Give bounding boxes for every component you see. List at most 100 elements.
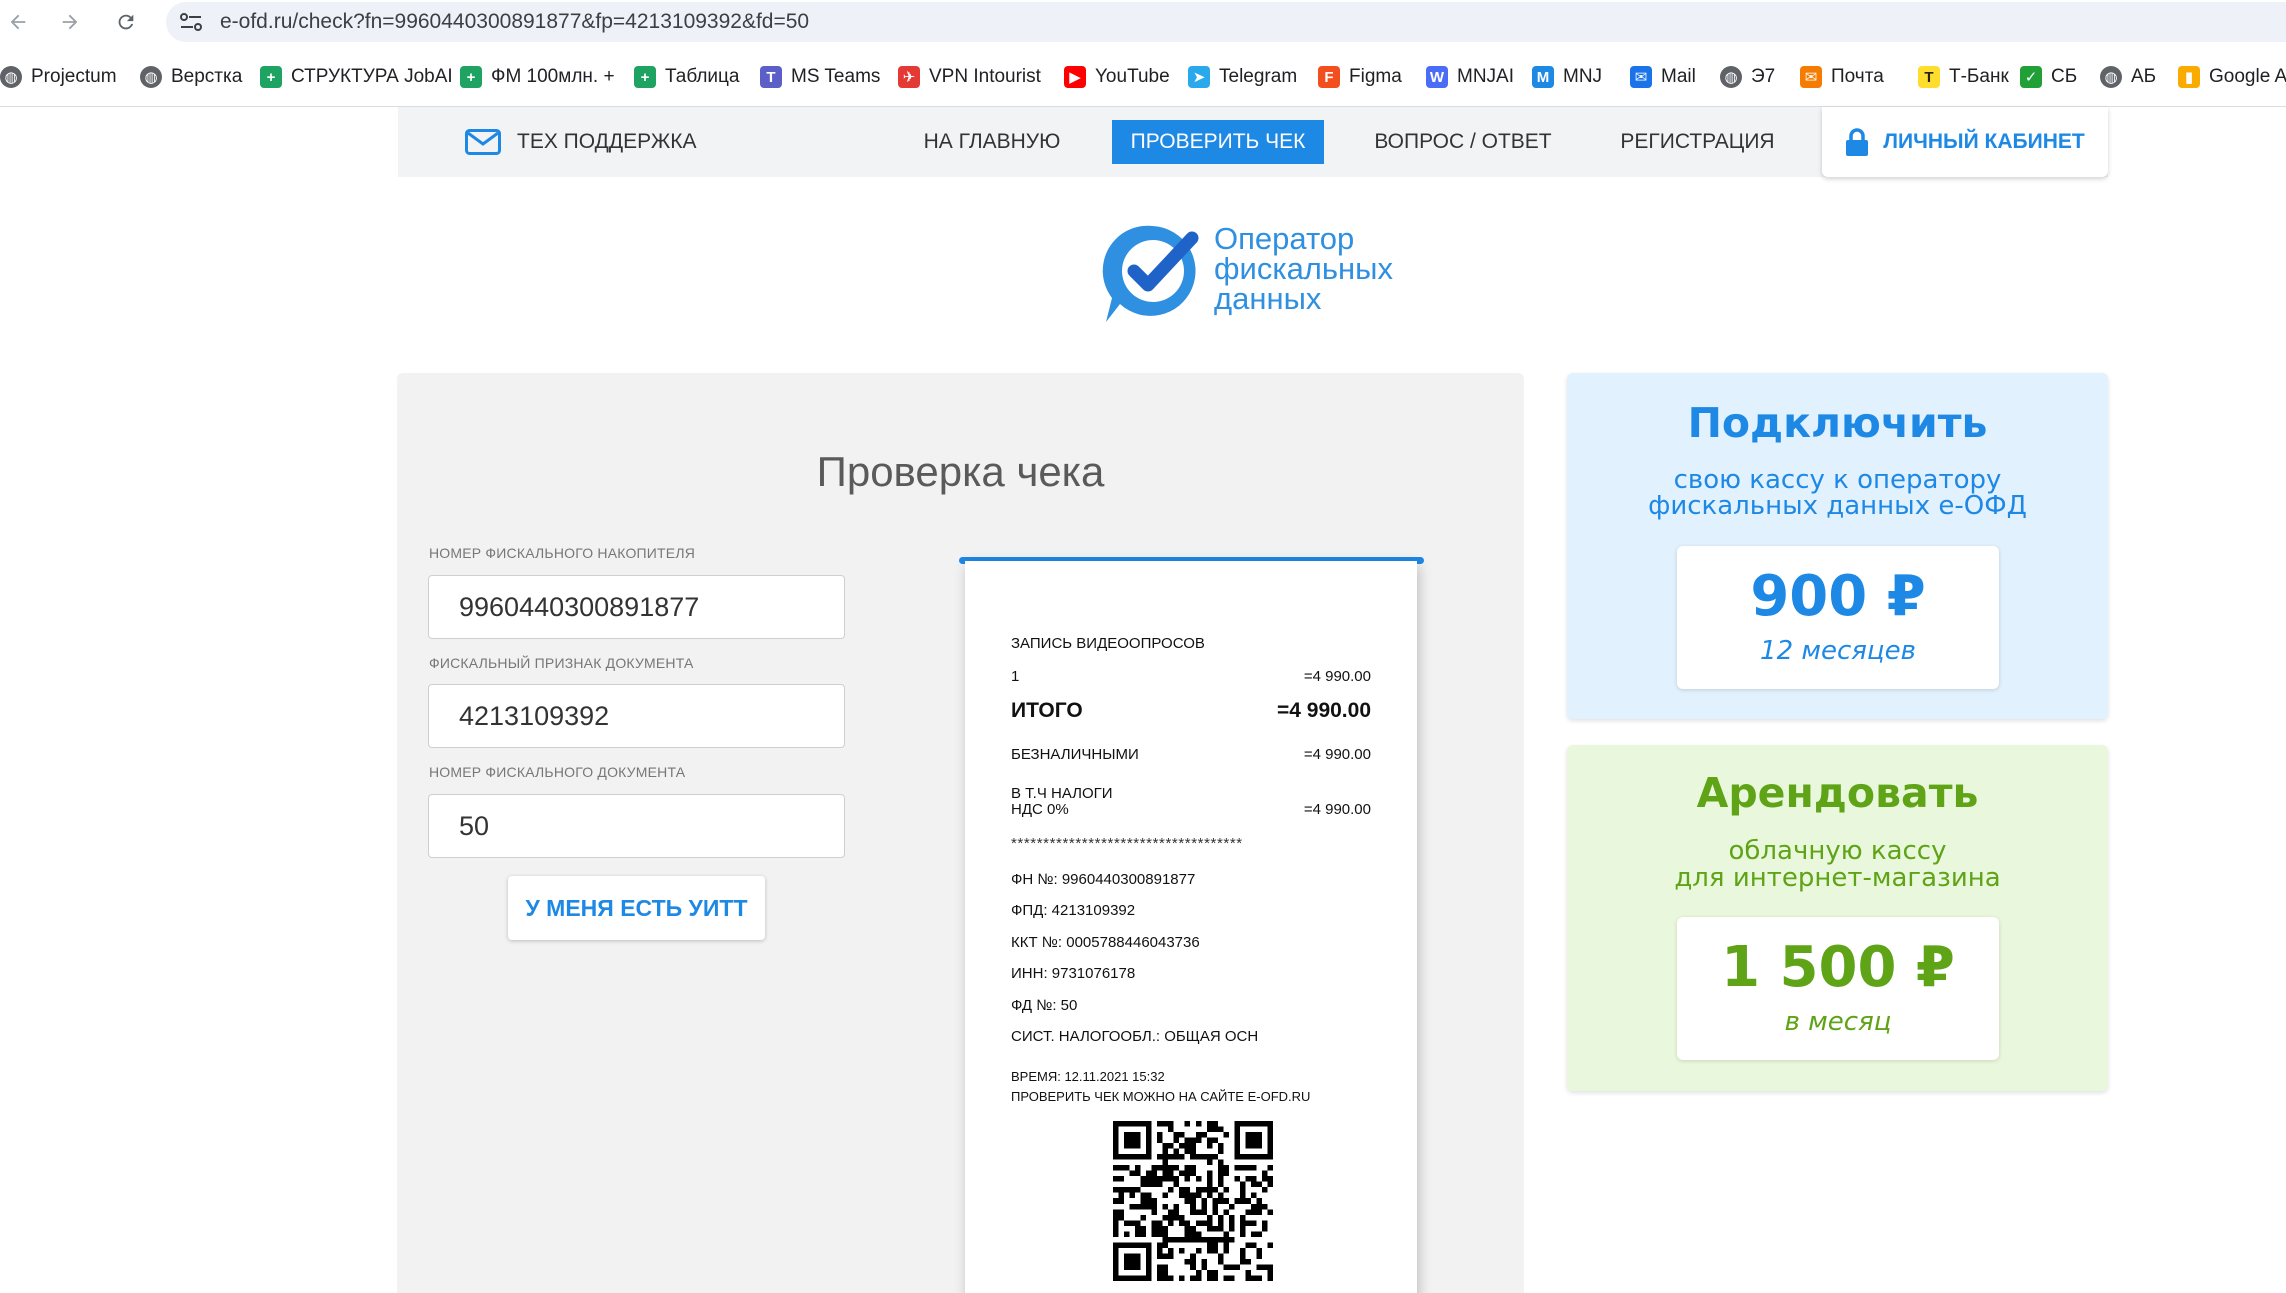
fp-input[interactable] xyxy=(428,684,845,748)
receipt-fn: ФН №: 9960440300891877 xyxy=(1011,871,1196,888)
receipt-separator: ************************************ xyxy=(1011,835,1243,852)
support-label: ТЕХ ПОДДЕРЖКА xyxy=(517,130,697,153)
logo-line-2: фискальных xyxy=(1214,251,1393,286)
forward-icon[interactable] xyxy=(54,6,86,38)
bookmark-label: Т-Банк xyxy=(1949,66,2009,87)
personal-cabinet-button[interactable]: ЛИЧНЫЙ КАБИНЕТ xyxy=(1822,107,2108,177)
bookmark-label: Telegram xyxy=(1219,66,1298,87)
bookmark-label: VPN Intourist xyxy=(929,66,1041,87)
url-text[interactable]: e-ofd.ru/check?fn=9960440300891877&fp=42… xyxy=(220,10,809,34)
receipt-kkt: ККТ №: 0005788446043736 xyxy=(1011,934,1200,951)
bookmark-label: Figma xyxy=(1349,66,1402,87)
figma-icon: F xyxy=(1318,66,1340,88)
youtube-icon: ▶ xyxy=(1064,66,1086,88)
receipt-cashless-label: БЕЗНАЛИЧНЫМИ xyxy=(1011,746,1139,763)
bookmark-item[interactable]: ◍ Projectum xyxy=(0,59,117,95)
mnjai-icon: W xyxy=(1426,66,1448,88)
receipt-time: ВРЕМЯ: 12.11.2021 15:32 xyxy=(1011,1069,1165,1084)
mnj-icon: M xyxy=(1532,66,1554,88)
bookmark-label: YouTube xyxy=(1095,66,1170,87)
bookmark-label: Таблица xyxy=(665,66,740,87)
bookmark-item[interactable]: ✉ Почта xyxy=(1800,59,1884,95)
bookmark-item[interactable]: ✈ VPN Intourist xyxy=(898,59,1041,95)
bookmark-item[interactable]: + СТРУКТУРА JobAI xyxy=(260,59,453,95)
bookmark-item[interactable]: ◍ Верстка xyxy=(140,59,242,95)
bookmark-label: Э7 xyxy=(1751,66,1776,87)
receipt: ЗАПИСЬ ВИДЕООПРОСОВ 1 =4 990.00 ИТОГО =4… xyxy=(965,561,1417,1293)
bookmark-item[interactable]: F Figma xyxy=(1318,59,1402,95)
logo-line-3: данных xyxy=(1214,281,1322,316)
promo-connect-term: 12 месяцев xyxy=(1760,636,1916,666)
receipt-total-row: ИТОГО =4 990.00 xyxy=(1011,699,1371,723)
nav-registration[interactable]: РЕГИСТРАЦИЯ xyxy=(1610,120,1785,164)
bookmark-item[interactable]: M MNJ xyxy=(1532,59,1602,95)
bookmark-label: Mail xyxy=(1661,66,1696,87)
check-title: Проверка чека xyxy=(816,448,1105,495)
promo-connect-price-card[interactable]: 900 ₽ 12 месяцев xyxy=(1677,546,1999,689)
bookmark-item[interactable]: ▮ Google A xyxy=(2178,59,2286,95)
receipt-inn: ИНН: 9731076178 xyxy=(1011,965,1136,982)
promo-connect-title: Подключить xyxy=(1687,399,1988,447)
fd-label: НОМЕР ФИСКАЛЬНОГО ДОКУМЕНТА xyxy=(429,764,686,780)
receipt-item-row: 1 =4 990.00 xyxy=(1011,668,1371,685)
receipt-tax-label-1: В Т.Ч НАЛОГИ xyxy=(1011,785,1113,802)
bookmark-label: MS Teams xyxy=(791,66,881,87)
bookmark-label: ФМ 100млн. + xyxy=(491,66,615,87)
nav-check-receipt[interactable]: ПРОВЕРИТЬ ЧЕК xyxy=(1112,120,1324,164)
support-link[interactable]: ТЕХ ПОДДЕРЖКА xyxy=(465,122,697,162)
bookmark-item[interactable]: ◍ АБ xyxy=(2100,59,2156,95)
promo-rent-subtitle-2: для интернет-магазина xyxy=(1674,863,2001,893)
bookmark-item[interactable]: + ФМ 100млн. + xyxy=(460,59,615,95)
bookmark-item[interactable]: T MS Teams xyxy=(760,59,880,95)
fd-input[interactable] xyxy=(428,794,845,858)
globe-icon: ◍ xyxy=(2100,66,2122,88)
promo-rent-title: Арендовать xyxy=(1696,769,1979,817)
globe-icon: ◍ xyxy=(0,66,22,88)
bookmark-label: MNJ xyxy=(1563,66,1603,87)
back-icon[interactable] xyxy=(2,6,34,38)
receipt-total-label: ИТОГО xyxy=(1011,699,1083,722)
tbank-icon: T xyxy=(1918,66,1940,88)
bookmark-item[interactable]: ➤ Telegram xyxy=(1188,59,1297,95)
analytics-icon: ▮ xyxy=(2178,66,2200,88)
site-settings-icon[interactable] xyxy=(178,10,204,34)
sheets-icon: + xyxy=(260,66,282,88)
promo-connect-subtitle-1: свою кассу к оператору xyxy=(1673,465,2002,495)
receipt-item-name: ЗАПИСЬ ВИДЕООПРОСОВ xyxy=(1011,635,1205,652)
teams-icon: T xyxy=(760,66,782,88)
receipt-fd: ФД №: 50 xyxy=(1011,997,1078,1014)
bookmark-item[interactable]: + Таблица xyxy=(634,59,740,95)
promo-rent-price-card[interactable]: 1 500 ₽ в месяц xyxy=(1677,917,1999,1060)
bookmark-item[interactable]: T Т-Банк xyxy=(1918,59,2009,95)
logo-line-1: Оператор xyxy=(1214,221,1355,256)
bookmark-label: АБ xyxy=(2131,66,2157,87)
bookmark-label: СТРУКТУРА JobAI xyxy=(291,66,453,87)
bookmark-item[interactable]: ✓ СБ xyxy=(2020,59,2077,95)
envelope-icon xyxy=(465,129,501,155)
uitt-button[interactable]: У МЕНЯ ЕСТЬ УИТТ xyxy=(508,876,765,940)
promo-connect-price: 900 ₽ xyxy=(1750,564,1926,629)
bookmark-label: MNJAI xyxy=(1457,66,1514,87)
receipt-fpd: ФПД: 4213109392 xyxy=(1011,902,1136,919)
bookmark-label: Google A xyxy=(2209,66,2286,87)
browser-toolbar: e-ofd.ru/check?fn=9960440300891877&fp=42… xyxy=(0,0,2286,44)
bookmark-item[interactable]: ◍ Э7 xyxy=(1720,59,1775,95)
reload-icon[interactable] xyxy=(110,6,142,38)
promo-rent-subtitle-1: облачную кассу xyxy=(1728,836,1947,866)
bookmark-item[interactable]: ▶ YouTube xyxy=(1064,59,1170,95)
mail-icon: ✉ xyxy=(1630,66,1652,88)
qr-modules xyxy=(1113,1121,1273,1281)
bookmark-label: Почта xyxy=(1831,66,1884,87)
sheets-icon: + xyxy=(460,66,482,88)
bookmark-item[interactable]: W MNJAI xyxy=(1426,59,1514,95)
nav-home[interactable]: НА ГЛАВНУЮ xyxy=(902,120,1082,164)
bookmark-item[interactable]: ✉ Mail xyxy=(1630,59,1696,95)
receipt-tax-label-2: НДС 0% xyxy=(1011,801,1069,818)
fp-label: ФИСКАЛЬНЫЙ ПРИЗНАК ДОКУМЕНТА xyxy=(429,655,694,671)
fn-input[interactable] xyxy=(428,575,845,639)
promo-rent-card: Арендовать облачную кассу для интернет-м… xyxy=(1567,745,2108,1091)
promo-connect-card: Подключить свою кассу к оператору фискал… xyxy=(1567,373,2108,719)
cabinet-label: ЛИЧНЫЙ КАБИНЕТ xyxy=(1883,130,2085,153)
nav-faq[interactable]: ВОПРОС / ОТВЕТ xyxy=(1360,120,1566,164)
fn-label: НОМЕР ФИСКАЛЬНОГО НАКОПИТЕЛЯ xyxy=(429,545,696,561)
